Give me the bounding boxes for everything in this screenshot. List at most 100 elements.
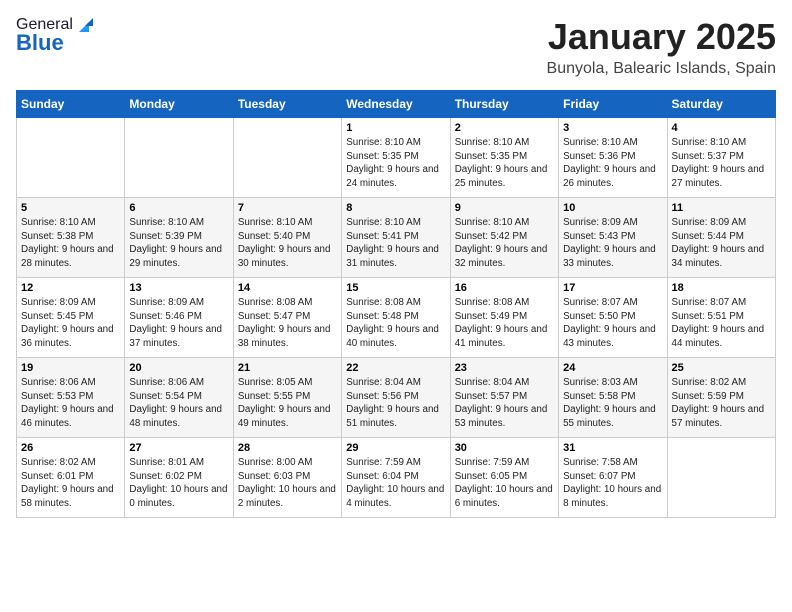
calendar-row: 19Sunrise: 8:06 AM Sunset: 5:53 PM Dayli… xyxy=(17,358,776,438)
calendar-cell: 27Sunrise: 8:01 AM Sunset: 6:02 PM Dayli… xyxy=(125,438,233,518)
day-number: 9 xyxy=(455,202,554,214)
cell-info: Sunrise: 7:58 AM Sunset: 6:07 PM Dayligh… xyxy=(563,456,662,511)
cell-info: Sunrise: 8:10 AM Sunset: 5:35 PM Dayligh… xyxy=(455,136,554,191)
day-number: 6 xyxy=(129,202,228,214)
calendar-body: 1 Sunrise: 8:10 AM Sunset: 5:35 PM Daylig… xyxy=(17,118,776,518)
day-number: 7 xyxy=(238,202,337,214)
calendar-cell: 15 Sunrise: 8:08 AM Sunset: 5:48 PM Dayli… xyxy=(342,278,450,358)
day-number: 3 xyxy=(563,122,662,134)
calendar-cell: 14 Sunrise: 8:08 AM Sunset: 5:47 PM Dayli… xyxy=(233,278,341,358)
calendar-row: 5Sunrise: 8:10 AM Sunset: 5:38 PM Daylig… xyxy=(17,198,776,278)
cell-info: Sunrise: 8:07 AM Sunset: 5:50 PM Dayligh… xyxy=(563,296,662,351)
day-number: 27 xyxy=(129,442,228,454)
calendar-row: 26Sunrise: 8:02 AM Sunset: 6:01 PM Dayli… xyxy=(17,438,776,518)
calendar-cell: 9 Sunrise: 8:10 AM Sunset: 5:42 PM Daylig… xyxy=(450,198,558,278)
day-number: 4 xyxy=(672,122,771,134)
day-number: 28 xyxy=(238,442,337,454)
day-number: 18 xyxy=(672,282,771,294)
calendar-cell: 5Sunrise: 8:10 AM Sunset: 5:38 PM Daylig… xyxy=(17,198,125,278)
day-number: 22 xyxy=(346,362,445,374)
calendar-cell xyxy=(233,118,341,198)
calendar-cell: 23 Sunrise: 8:04 AM Sunset: 5:57 PM Dayli… xyxy=(450,358,558,438)
day-number: 31 xyxy=(563,442,662,454)
col-sunday: Sunday xyxy=(17,91,125,118)
col-monday: Monday xyxy=(125,91,233,118)
cell-info: Sunrise: 8:09 AM Sunset: 5:44 PM Dayligh… xyxy=(672,216,771,271)
day-number: 13 xyxy=(129,282,228,294)
logo-blue-text: Blue xyxy=(16,30,64,56)
cell-info: Sunrise: 8:10 AM Sunset: 5:42 PM Dayligh… xyxy=(455,216,554,271)
calendar-row: 12 Sunrise: 8:09 AM Sunset: 5:45 PM Dayli… xyxy=(17,278,776,358)
calendar-cell: 11Sunrise: 8:09 AM Sunset: 5:44 PM Dayli… xyxy=(667,198,775,278)
col-saturday: Saturday xyxy=(667,91,775,118)
logo-icon xyxy=(75,16,93,34)
day-number: 29 xyxy=(346,442,445,454)
calendar-row: 1 Sunrise: 8:10 AM Sunset: 5:35 PM Daylig… xyxy=(17,118,776,198)
cell-info: Sunrise: 8:10 AM Sunset: 5:37 PM Dayligh… xyxy=(672,136,771,191)
calendar-cell xyxy=(125,118,233,198)
cell-info: Sunrise: 8:08 AM Sunset: 5:47 PM Dayligh… xyxy=(238,296,337,351)
cell-info: Sunrise: 7:59 AM Sunset: 6:05 PM Dayligh… xyxy=(455,456,554,511)
cell-info: Sunrise: 8:09 AM Sunset: 5:46 PM Dayligh… xyxy=(129,296,228,351)
cell-info: Sunrise: 8:00 AM Sunset: 6:03 PM Dayligh… xyxy=(238,456,337,511)
day-number: 8 xyxy=(346,202,445,214)
calendar-header: Sunday Monday Tuesday Wednesday Thursday… xyxy=(17,91,776,118)
cell-info: Sunrise: 8:09 AM Sunset: 5:45 PM Dayligh… xyxy=(21,296,120,351)
calendar-cell: 1 Sunrise: 8:10 AM Sunset: 5:35 PM Daylig… xyxy=(342,118,450,198)
cell-info: Sunrise: 8:07 AM Sunset: 5:51 PM Dayligh… xyxy=(672,296,771,351)
col-friday: Friday xyxy=(559,91,667,118)
calendar-cell: 31 Sunrise: 7:58 AM Sunset: 6:07 PM Dayli… xyxy=(559,438,667,518)
cell-info: Sunrise: 8:02 AM Sunset: 6:01 PM Dayligh… xyxy=(21,456,120,511)
calendar-cell: 10Sunrise: 8:09 AM Sunset: 5:43 PM Dayli… xyxy=(559,198,667,278)
day-number: 23 xyxy=(455,362,554,374)
calendar-cell: 17 Sunrise: 8:07 AM Sunset: 5:50 PM Dayli… xyxy=(559,278,667,358)
cell-info: Sunrise: 8:04 AM Sunset: 5:57 PM Dayligh… xyxy=(455,376,554,431)
calendar-cell: 22 Sunrise: 8:04 AM Sunset: 5:56 PM Dayli… xyxy=(342,358,450,438)
cell-info: Sunrise: 8:10 AM Sunset: 5:41 PM Dayligh… xyxy=(346,216,445,271)
calendar-cell: 12 Sunrise: 8:09 AM Sunset: 5:45 PM Dayli… xyxy=(17,278,125,358)
calendar-cell: 3 Sunrise: 8:10 AM Sunset: 5:36 PM Daylig… xyxy=(559,118,667,198)
cell-info: Sunrise: 8:03 AM Sunset: 5:58 PM Dayligh… xyxy=(563,376,662,431)
day-number: 12 xyxy=(21,282,120,294)
calendar-cell: 4 Sunrise: 8:10 AM Sunset: 5:37 PM Daylig… xyxy=(667,118,775,198)
cell-info: Sunrise: 8:10 AM Sunset: 5:35 PM Dayligh… xyxy=(346,136,445,191)
calendar-cell: 30 Sunrise: 7:59 AM Sunset: 6:05 PM Dayli… xyxy=(450,438,558,518)
cell-info: Sunrise: 8:06 AM Sunset: 5:53 PM Dayligh… xyxy=(21,376,120,431)
col-thursday: Thursday xyxy=(450,91,558,118)
calendar-cell: 2 Sunrise: 8:10 AM Sunset: 5:35 PM Daylig… xyxy=(450,118,558,198)
day-number: 14 xyxy=(238,282,337,294)
day-number: 21 xyxy=(238,362,337,374)
cell-info: Sunrise: 8:02 AM Sunset: 5:59 PM Dayligh… xyxy=(672,376,771,431)
calendar-cell: 18 Sunrise: 8:07 AM Sunset: 5:51 PM Dayli… xyxy=(667,278,775,358)
cell-info: Sunrise: 7:59 AM Sunset: 6:04 PM Dayligh… xyxy=(346,456,445,511)
cell-info: Sunrise: 8:10 AM Sunset: 5:36 PM Dayligh… xyxy=(563,136,662,191)
col-tuesday: Tuesday xyxy=(233,91,341,118)
calendar-cell: 8 Sunrise: 8:10 AM Sunset: 5:41 PM Daylig… xyxy=(342,198,450,278)
cell-info: Sunrise: 8:04 AM Sunset: 5:56 PM Dayligh… xyxy=(346,376,445,431)
calendar-cell: 19Sunrise: 8:06 AM Sunset: 5:53 PM Dayli… xyxy=(17,358,125,438)
calendar-cell xyxy=(17,118,125,198)
calendar-cell: 28 Sunrise: 8:00 AM Sunset: 6:03 PM Dayli… xyxy=(233,438,341,518)
calendar-cell: 25 Sunrise: 8:02 AM Sunset: 5:59 PM Dayli… xyxy=(667,358,775,438)
logo: General Blue xyxy=(16,16,94,56)
day-number: 1 xyxy=(346,122,445,134)
day-number: 2 xyxy=(455,122,554,134)
cell-info: Sunrise: 8:10 AM Sunset: 5:39 PM Dayligh… xyxy=(129,216,228,271)
day-number: 15 xyxy=(346,282,445,294)
cell-info: Sunrise: 8:08 AM Sunset: 5:49 PM Dayligh… xyxy=(455,296,554,351)
calendar-table: Sunday Monday Tuesday Wednesday Thursday… xyxy=(16,90,776,518)
col-wednesday: Wednesday xyxy=(342,91,450,118)
cell-info: Sunrise: 8:05 AM Sunset: 5:55 PM Dayligh… xyxy=(238,376,337,431)
day-number: 20 xyxy=(129,362,228,374)
day-number: 25 xyxy=(672,362,771,374)
cell-info: Sunrise: 8:08 AM Sunset: 5:48 PM Dayligh… xyxy=(346,296,445,351)
calendar-cell: 6 Sunrise: 8:10 AM Sunset: 5:39 PM Daylig… xyxy=(125,198,233,278)
page-header: General Blue January 2025 Bunyola, Balea… xyxy=(16,16,776,78)
day-number: 30 xyxy=(455,442,554,454)
cell-info: Sunrise: 8:10 AM Sunset: 5:40 PM Dayligh… xyxy=(238,216,337,271)
day-number: 17 xyxy=(563,282,662,294)
day-number: 5 xyxy=(21,202,120,214)
calendar-cell: 21 Sunrise: 8:05 AM Sunset: 5:55 PM Dayli… xyxy=(233,358,341,438)
location-title: Bunyola, Balearic Islands, Spain xyxy=(547,60,776,78)
day-number: 24 xyxy=(563,362,662,374)
